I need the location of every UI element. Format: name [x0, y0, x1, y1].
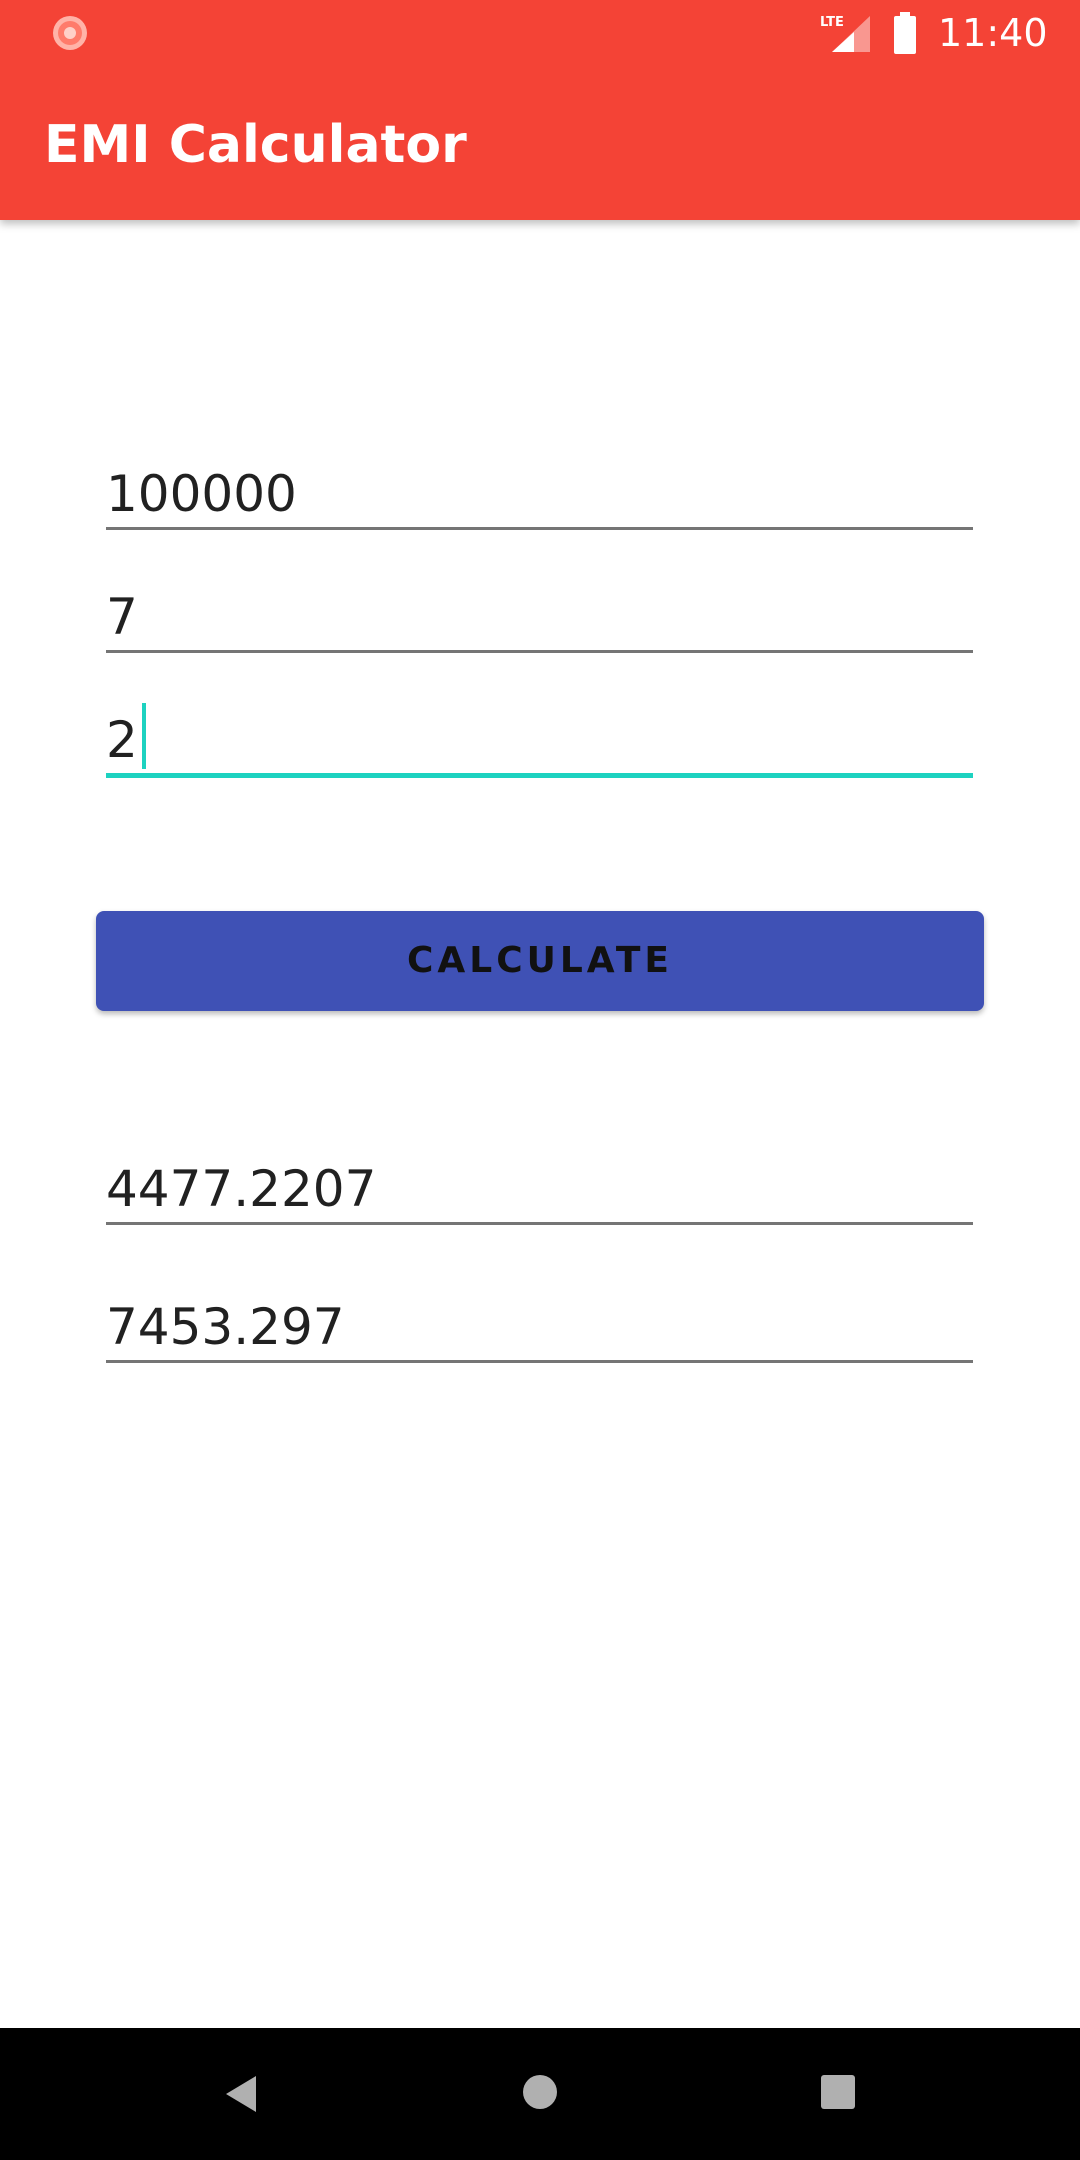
total-interest-result-field[interactable]: 7453.297: [106, 1293, 973, 1363]
calculate-button[interactable]: CALCULATE: [96, 911, 984, 1011]
emi-result-value: 4477.2207: [106, 1160, 377, 1218]
app-notification-icon: [53, 16, 87, 50]
navigation-bar: [0, 2028, 1080, 2160]
home-circle-icon[interactable]: [522, 2074, 558, 2110]
signal-icon: LTE: [820, 15, 870, 52]
principal-value: 100000: [106, 465, 297, 523]
app-title: EMI Calculator: [44, 115, 467, 175]
text-cursor: [141, 703, 146, 769]
tenure-value-wrapper: 2: [106, 703, 146, 771]
tenure-input[interactable]: 2: [106, 703, 973, 778]
status-bar: LTE 11:40: [0, 0, 1080, 66]
screen: LTE 11:40 EMI Calculator 100000 7 2 CALC…: [0, 0, 1080, 2160]
interest-rate-value: 7: [106, 588, 138, 646]
emi-result-field[interactable]: 4477.2207: [106, 1155, 973, 1225]
total-interest-result-value: 7453.297: [106, 1298, 345, 1356]
tenure-value: 2: [106, 711, 138, 769]
lte-label: LTE: [820, 15, 844, 30]
recents-square-icon[interactable]: [820, 2074, 856, 2110]
app-header: LTE 11:40 EMI Calculator: [0, 0, 1080, 220]
back-triangle-icon[interactable]: [222, 2074, 262, 2114]
interest-rate-input[interactable]: 7: [106, 583, 973, 653]
status-time: 11:40: [938, 11, 1048, 55]
principal-input[interactable]: 100000: [106, 460, 973, 530]
battery-icon: [894, 12, 916, 54]
